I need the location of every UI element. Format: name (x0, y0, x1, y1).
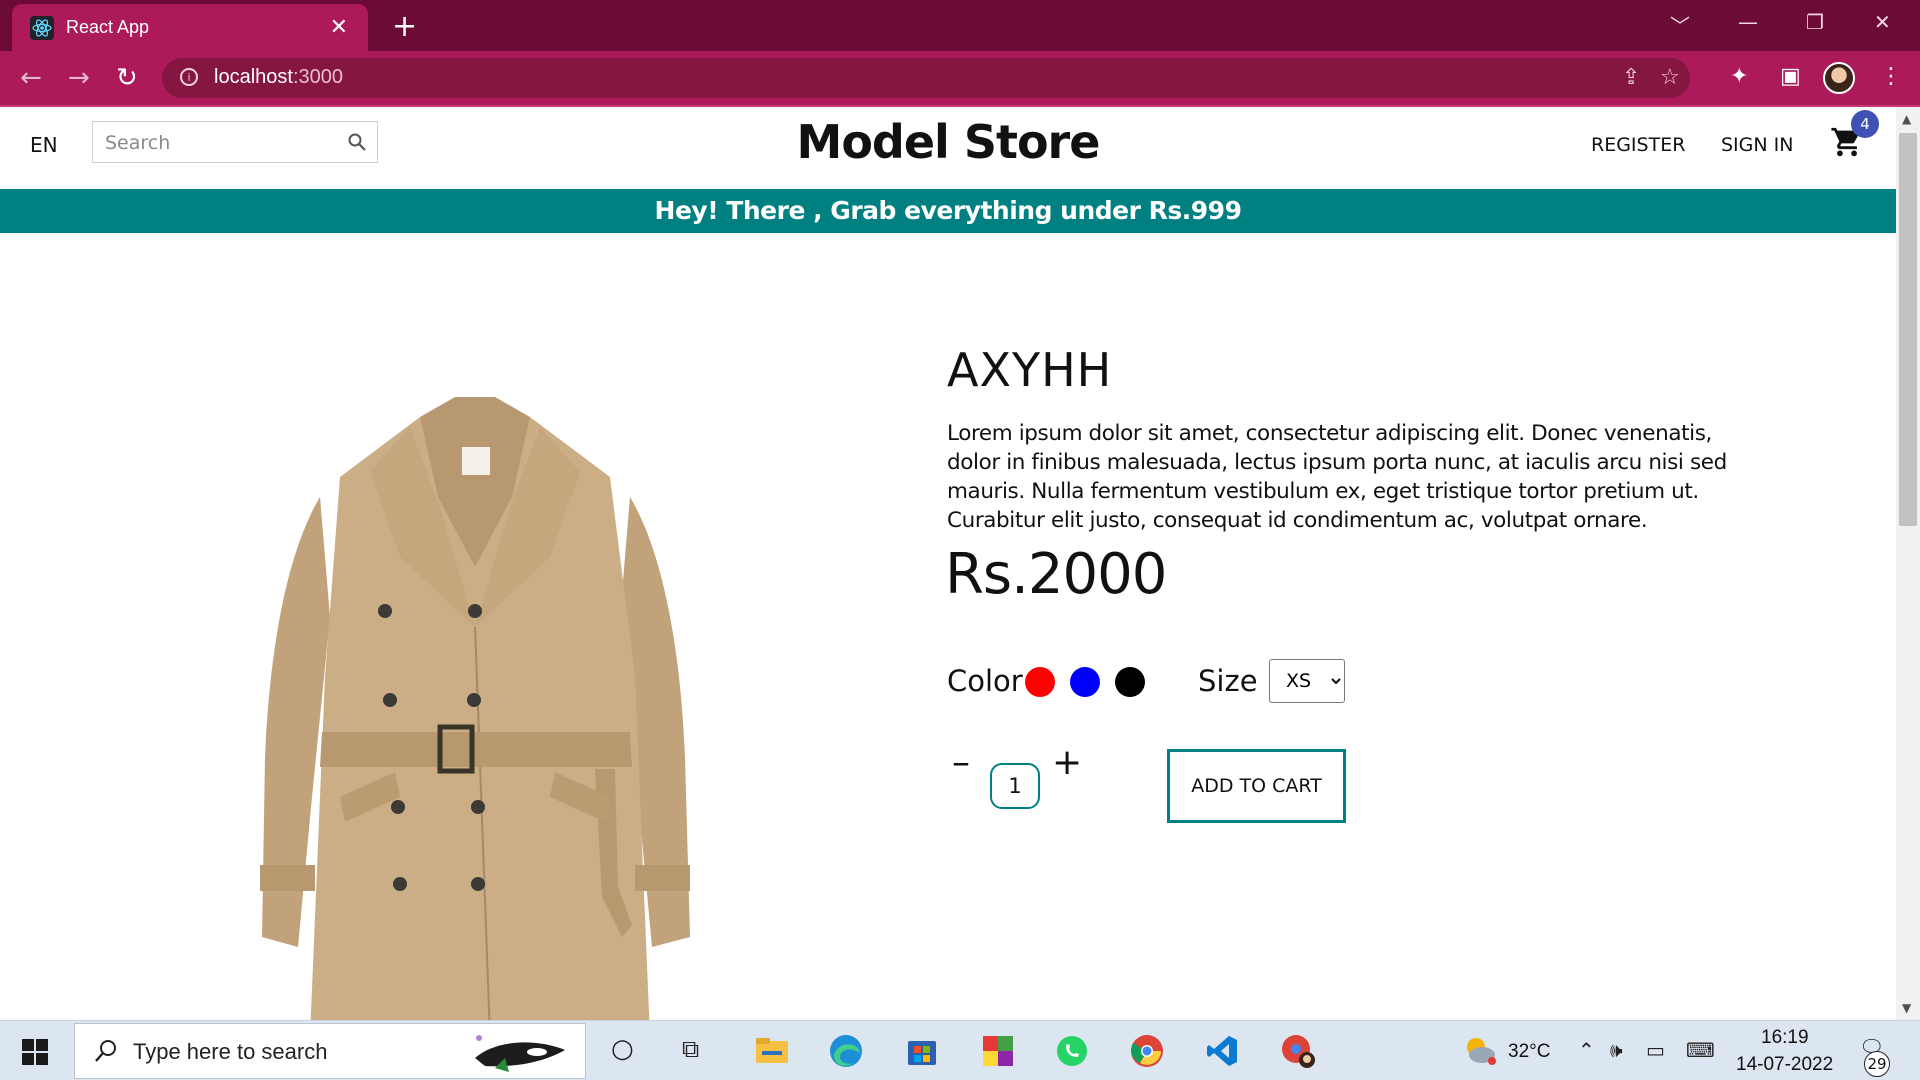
chrome-icon[interactable] (1129, 1033, 1165, 1069)
cortana-icon[interactable]: ○ (611, 1034, 634, 1064)
close-window-icon[interactable]: ✕ (1874, 10, 1891, 34)
menu-kebab-icon[interactable]: ⋮ (1880, 64, 1902, 89)
colorful-app-icon[interactable] (980, 1033, 1016, 1069)
add-to-cart-button[interactable]: ADD TO CART (1167, 749, 1346, 823)
cart-count-badge: 4 (1851, 110, 1879, 138)
color-filter-label: Color (947, 664, 1023, 698)
volume-icon[interactable]: 🕪 (1610, 1038, 1623, 1062)
announcement-bar: Hey! There , Grab everything under Rs.99… (0, 189, 1896, 233)
site-info-icon[interactable]: i (180, 68, 198, 86)
chrome-profile-icon[interactable] (1280, 1033, 1316, 1069)
windows-start-icon[interactable] (22, 1039, 48, 1065)
keyboard-icon[interactable]: ⌨ (1686, 1038, 1715, 1062)
scroll-down-arrow-icon[interactable]: ▼ (1902, 1001, 1911, 1015)
microsoft-store-icon[interactable] (904, 1033, 940, 1069)
forward-icon[interactable]: → (68, 63, 90, 93)
taskbar-search-placeholder: Type here to search (133, 1039, 328, 1064)
side-panel-icon[interactable]: ▣ (1780, 64, 1801, 89)
back-icon[interactable]: ← (20, 63, 42, 93)
whatsapp-icon[interactable] (1054, 1033, 1090, 1069)
battery-icon[interactable]: ▭ (1646, 1038, 1665, 1062)
browser-tab-strip: React App ✕ + ﹀ — ❐ ✕ (0, 0, 1920, 51)
color-swatch-blue[interactable] (1070, 667, 1100, 697)
minimize-icon[interactable]: — (1738, 10, 1758, 34)
color-swatch-black[interactable] (1115, 667, 1145, 697)
clock-date[interactable]: 14-07-2022 (1736, 1054, 1833, 1076)
address-bar[interactable]: i localhost:3000 ⇪ ☆ (162, 58, 1690, 98)
reload-icon[interactable]: ↻ (116, 63, 138, 93)
share-icon[interactable]: ⇪ (1622, 65, 1640, 90)
extensions-icon[interactable]: ✦ (1730, 64, 1748, 89)
weather-icon[interactable] (1462, 1033, 1498, 1067)
vscode-icon[interactable] (1204, 1033, 1240, 1069)
page-viewport: EN Model Store REGISTER SIGN IN 4 Hey! T… (0, 107, 1896, 1020)
weather-temperature[interactable]: 32°C (1508, 1041, 1550, 1063)
size-select[interactable]: XS (1269, 659, 1345, 703)
edge-browser-icon[interactable] (828, 1033, 864, 1069)
increment-quantity-button[interactable]: + (1052, 745, 1082, 781)
show-hidden-icons-chevron-icon[interactable]: ⌃ (1578, 1038, 1595, 1062)
quantity-value: 1 (990, 763, 1040, 809)
tab-search-icon[interactable]: ﹀ (1670, 10, 1690, 39)
browser-tab[interactable]: React App ✕ (12, 4, 368, 51)
taskbar-search-icon (95, 1040, 116, 1062)
tab-close-icon[interactable]: ✕ (330, 15, 348, 40)
notification-count-badge: 29 (1864, 1051, 1890, 1077)
react-logo-icon (30, 15, 54, 40)
task-view-icon[interactable]: ⧉ (682, 1035, 699, 1063)
new-tab-button[interactable]: + (392, 9, 417, 44)
tab-title: React App (66, 17, 150, 37)
product-title: AXYHH (947, 342, 1113, 397)
product-price: Rs.2000 (945, 542, 1167, 607)
windows-taskbar: Type here to search ○ ⧉ 32°C ⌃ 🕪 ▭ ⌨ 16:… (0, 1020, 1920, 1080)
bookmark-star-icon[interactable]: ☆ (1660, 65, 1680, 90)
register-link[interactable]: REGISTER (1591, 134, 1685, 156)
clock-time[interactable]: 16:19 (1761, 1027, 1809, 1049)
profile-avatar[interactable] (1823, 62, 1855, 94)
file-explorer-icon[interactable] (754, 1033, 790, 1069)
taskbar-search-box[interactable]: Type here to search (74, 1023, 586, 1079)
restore-icon[interactable]: ❐ (1806, 10, 1824, 34)
browser-toolbar: ← → ↻ i localhost:3000 ⇪ ☆ ✦ ▣ ⋮ (0, 51, 1920, 105)
url-text[interactable]: localhost:3000 (214, 66, 343, 89)
product-image-trench-coat (260, 397, 690, 1020)
scroll-up-arrow-icon[interactable]: ▲ (1902, 112, 1911, 126)
size-filter-label: Size (1198, 664, 1258, 698)
product-description: Lorem ipsum dolor sit amet, consectetur … (947, 420, 1727, 533)
color-swatch-red[interactable] (1025, 667, 1055, 697)
scrollbar-thumb[interactable] (1899, 133, 1917, 526)
sign-in-link[interactable]: SIGN IN (1721, 134, 1793, 156)
decrement-quantity-button[interactable]: – (952, 745, 970, 781)
search-highlight-orca-icon (475, 1035, 565, 1072)
